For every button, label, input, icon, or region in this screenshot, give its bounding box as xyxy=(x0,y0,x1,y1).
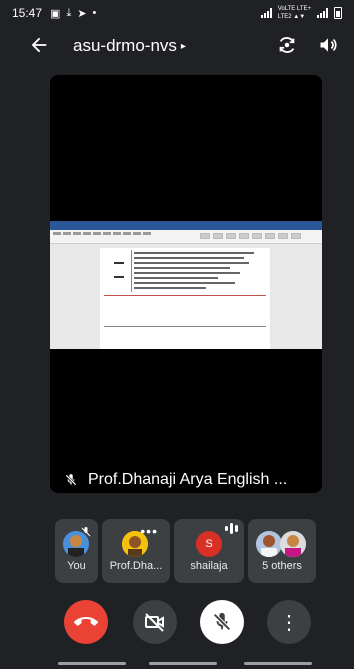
participant-label: Prof.Dha... xyxy=(109,560,163,572)
network-label-top: VoLTE LTE+ xyxy=(277,6,311,12)
shared-screen xyxy=(50,221,322,349)
document-table xyxy=(110,250,132,292)
mic-off-icon xyxy=(81,527,91,537)
participant-label: You xyxy=(67,560,86,572)
arrow-left-icon xyxy=(31,37,47,53)
microphone-toggle-button[interactable] xyxy=(200,600,244,644)
avatar xyxy=(280,531,306,557)
word-ribbon xyxy=(50,230,322,244)
nav-back[interactable] xyxy=(244,662,312,665)
status-time: 15:47 xyxy=(12,6,43,20)
network-label-bottom: LTE2 ▲▼ xyxy=(277,14,306,20)
status-bar: 15:47 ▣ ⤓ ➤ • VoLTE LTE+ LTE2 ▲▼ xyxy=(0,0,354,26)
presenter-tile[interactable]: Prof.Dhanaji Arya English ... xyxy=(50,75,322,493)
more-options-button[interactable]: ⋮ xyxy=(267,600,311,644)
mic-off-icon xyxy=(65,474,77,486)
nav-recents[interactable] xyxy=(58,662,126,665)
participant-label: shailaja xyxy=(190,560,228,572)
meeting-name: asu-drmo-nvs xyxy=(73,36,177,55)
camera-toggle-button[interactable] xyxy=(133,600,177,644)
participant-tile-shailaja[interactable]: S shailaja xyxy=(174,519,244,583)
participant-tile-prof-dha[interactable]: ••• Prof.Dha... xyxy=(102,519,170,583)
more-options-icon[interactable]: ••• xyxy=(140,523,158,539)
download-icon: ⤓ xyxy=(66,6,72,19)
presenter-name-label: Prof.Dhanaji Arya English ... xyxy=(64,471,287,489)
signal-icon xyxy=(260,8,272,18)
participant-label: 5 others xyxy=(262,560,302,572)
participant-tile-others[interactable]: 5 others xyxy=(248,519,316,583)
end-call-button[interactable] xyxy=(64,600,108,644)
top-bar: asu-drmo-nvs ▸ xyxy=(0,26,354,66)
telegram-icon: ➤ xyxy=(77,7,87,20)
document-text xyxy=(134,252,254,292)
flip-camera-icon xyxy=(279,37,295,53)
avatar xyxy=(256,531,282,557)
network-labels: VoLTE LTE+ LTE2 ▲▼ xyxy=(278,5,311,21)
dot-icon: • xyxy=(92,6,97,19)
participant-tile-you[interactable]: You xyxy=(55,519,98,583)
video-off-icon xyxy=(145,613,164,632)
status-right: VoLTE LTE+ LTE2 ▲▼ xyxy=(260,5,342,21)
signal-2-icon xyxy=(317,8,328,18)
nav-home[interactable] xyxy=(149,662,217,665)
person-photo-icon xyxy=(256,531,282,557)
battery-icon xyxy=(334,7,342,19)
person-photo-icon xyxy=(280,531,306,557)
presenter-name: Prof.Dhanaji Arya English ... xyxy=(88,471,288,488)
phone-hangup-icon xyxy=(74,617,98,626)
speaker-icon xyxy=(320,38,337,52)
audio-output-button[interactable] xyxy=(318,35,338,55)
speaking-indicator-icon xyxy=(225,523,238,534)
image-notification-icon: ▣ xyxy=(50,7,61,20)
back-button[interactable] xyxy=(28,34,50,56)
mic-off-icon xyxy=(213,612,231,631)
avatar-initial: S xyxy=(196,531,222,557)
document-divider xyxy=(104,295,266,296)
document-page xyxy=(100,248,270,349)
chevron-right-icon: ▸ xyxy=(180,40,186,52)
notification-icons: ▣ ⤓ ➤ • xyxy=(50,7,96,20)
switch-camera-button[interactable] xyxy=(276,34,298,56)
word-title-bar xyxy=(50,221,322,230)
document-divider-2 xyxy=(104,326,266,327)
more-vert-icon: ⋮ xyxy=(279,611,299,634)
meeting-name-button[interactable]: asu-drmo-nvs ▸ xyxy=(73,36,186,56)
